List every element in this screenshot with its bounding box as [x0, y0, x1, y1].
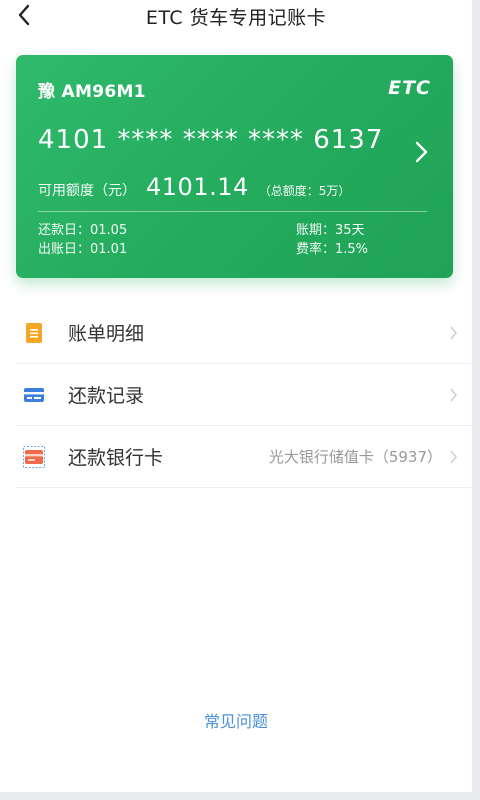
license-plate: 豫 AM96M1 [38, 82, 146, 102]
card-number: 4101 **** **** **** 6137 [38, 125, 384, 155]
menu-item-label: 账单明细 [68, 323, 145, 345]
etc-logo: ETC [388, 77, 431, 99]
menu-item-repayment-bank-card[interactable]: 还款银行卡 光大银行储值卡（5937） [16, 426, 472, 488]
fee-rate: 费率：1.5% [296, 242, 369, 257]
card-dates: 还款日：01.05 出账日：01.01 [38, 221, 127, 259]
chevron-right-icon [450, 450, 457, 463]
credit-row: 可用额度（元） 4101.14 （总额度：5万） [38, 173, 350, 205]
menu-list: 账单明细 还款记录 还款银行卡 光大银行储值卡（5937） [16, 302, 472, 488]
credit-amount: 4101.14 [146, 173, 249, 201]
menu-item-bill-detail[interactable]: 账单明细 [16, 302, 472, 364]
repay-date: 还款日：01.05 [38, 223, 128, 238]
credit-label: 可用额度（元） [38, 183, 136, 199]
screen: ETC 货车专用记账卡 豫 AM96M1 ETC 4101 **** **** … [0, 0, 472, 792]
page-title: ETC 货车专用记账卡 [145, 7, 327, 29]
repayment-record-icon [24, 387, 44, 402]
menu-item-repayment-record[interactable]: 还款记录 [16, 364, 472, 426]
credit-total: （总额度：5万） [258, 184, 351, 198]
card-terms: 账期：35天 费率：1.5% [296, 221, 368, 259]
bank-card-value: 光大银行储值卡（5937） [268, 448, 442, 466]
bank-card-icon [23, 445, 45, 468]
card-divider [38, 211, 427, 212]
chevron-right-icon [450, 388, 457, 401]
bill-date: 出账日：01.01 [38, 242, 128, 257]
etc-card[interactable]: 豫 AM96M1 ETC 4101 **** **** **** 6137 可用… [16, 55, 453, 278]
menu-item-label: 还款银行卡 [68, 447, 164, 469]
billing-period: 账期：35天 [296, 223, 365, 238]
chevron-right-icon [450, 326, 457, 339]
faq-link[interactable]: 常见问题 [0, 708, 472, 732]
nav-bar: ETC 货车专用记账卡 [0, 0, 472, 32]
menu-item-label: 还款记录 [68, 385, 145, 407]
chevron-right-icon[interactable] [411, 139, 431, 165]
bill-detail-icon [26, 322, 42, 343]
